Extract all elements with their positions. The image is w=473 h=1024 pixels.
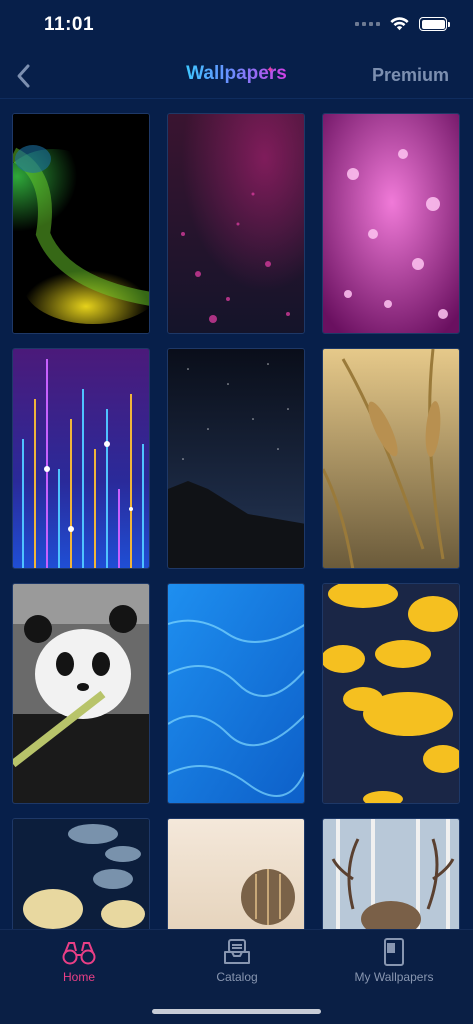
nav-divider: [0, 98, 473, 99]
wallpaper-tile[interactable]: [322, 583, 460, 804]
sparkle-icon: ✦: [266, 65, 275, 76]
wallpaper-tile[interactable]: [167, 113, 305, 334]
wallpaper-image: [13, 584, 149, 803]
wallpaper-image: [323, 349, 459, 568]
cellular-signal-icon: [355, 22, 380, 26]
wallpaper-image: [13, 819, 149, 929]
battery-icon: [419, 17, 450, 31]
wallpaper-image: [168, 349, 304, 568]
wallpaper-tile[interactable]: [322, 818, 460, 929]
wallpaper-image: [168, 584, 304, 803]
wallpaper-tile[interactable]: [12, 348, 150, 569]
wallpaper-tile[interactable]: [167, 583, 305, 804]
tab-catalog[interactable]: Catalog: [158, 930, 316, 1000]
wallpaper-image: [168, 819, 304, 929]
wallpaper-tile[interactable]: [167, 818, 305, 929]
status-icons: [355, 17, 450, 31]
wallpaper-tile[interactable]: [322, 348, 460, 569]
wallpaper-tile[interactable]: [322, 113, 460, 334]
phone-icon: [384, 938, 404, 966]
tab-label: Home: [62, 970, 95, 984]
tab-label: My Wallpapers: [354, 970, 434, 984]
wallpaper-tile[interactable]: [12, 818, 150, 929]
tray-icon: [224, 939, 250, 964]
binoculars-icon: [62, 942, 96, 965]
home-indicator: [152, 1009, 321, 1014]
tab-label: Catalog: [216, 970, 258, 984]
premium-button[interactable]: Premium: [372, 65, 449, 86]
status-time: 11:01: [44, 14, 95, 35]
wifi-icon: [390, 17, 409, 31]
wallpaper-image: [168, 114, 304, 333]
wallpaper-image: [323, 114, 459, 333]
wallpaper-grid: [12, 113, 461, 929]
wallpaper-image: [13, 349, 149, 568]
wallpaper-tile[interactable]: [12, 113, 150, 334]
tab-home[interactable]: Home: [0, 930, 158, 1000]
status-bar: 11:01: [0, 0, 473, 54]
wallpaper-image: [323, 584, 459, 803]
tab-my-wallpapers[interactable]: My Wallpapers: [315, 930, 473, 1000]
navigation-bar: Wallpapers ✦ Premium: [0, 54, 473, 98]
wallpaper-image: [13, 114, 149, 333]
wallpaper-tile[interactable]: [12, 583, 150, 804]
wallpaper-image: [323, 819, 459, 929]
wallpaper-tile[interactable]: [167, 348, 305, 569]
